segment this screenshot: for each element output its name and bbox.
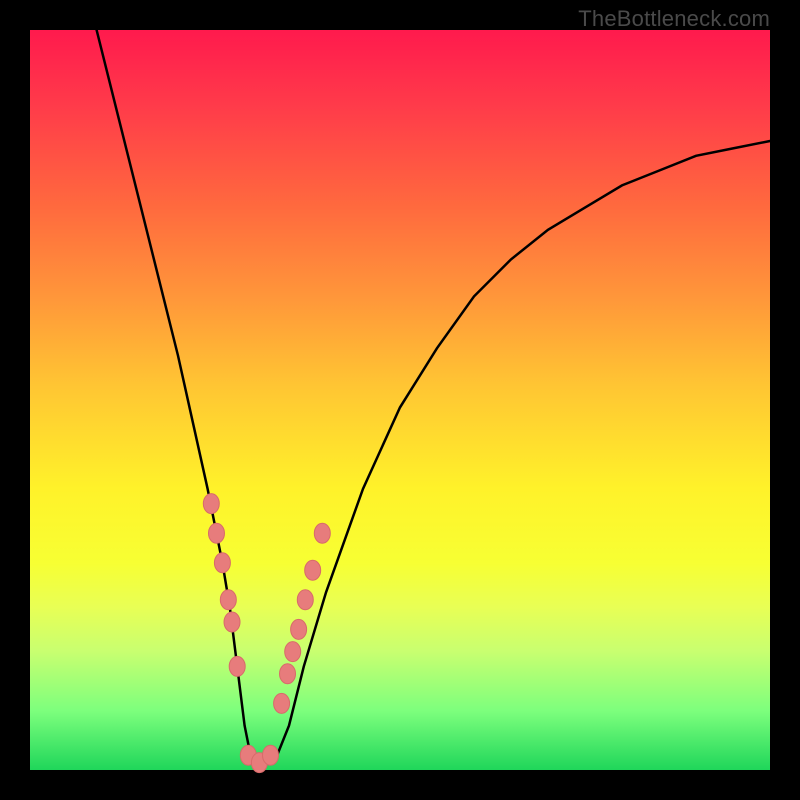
curve-layer — [30, 30, 770, 770]
bottleneck-curve — [97, 30, 770, 763]
chart-frame: TheBottleneck.com — [0, 0, 800, 800]
highlight-point — [208, 523, 224, 543]
highlight-point — [214, 553, 230, 573]
highlight-point — [220, 590, 236, 610]
highlight-point — [274, 693, 290, 713]
highlight-point — [285, 642, 301, 662]
highlight-point — [263, 745, 279, 765]
watermark-label: TheBottleneck.com — [578, 6, 770, 32]
highlight-point — [291, 619, 307, 639]
highlight-point — [305, 560, 321, 580]
highlight-point — [203, 494, 219, 514]
highlight-point — [280, 664, 296, 684]
highlight-point — [229, 656, 245, 676]
highlight-point — [314, 523, 330, 543]
highlight-point — [297, 590, 313, 610]
highlight-points — [203, 494, 330, 773]
highlight-point — [224, 612, 240, 632]
